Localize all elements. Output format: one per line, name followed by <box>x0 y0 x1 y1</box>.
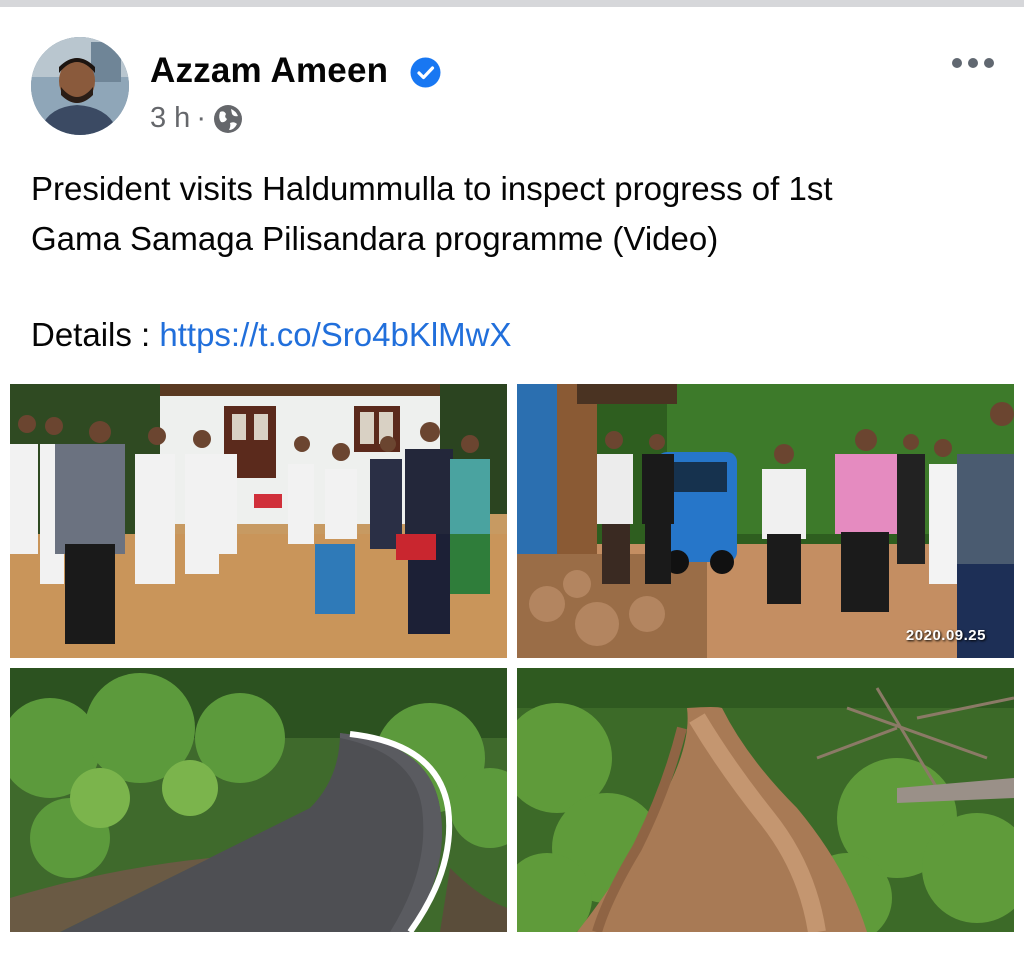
photo-site-visit-image <box>517 384 1014 658</box>
more-dot <box>968 58 978 68</box>
photo-officials-image <box>10 384 507 658</box>
photo-dirt-road-image <box>517 668 1014 932</box>
post-body: President visits Haldummulla to inspect … <box>31 164 991 264</box>
photo-officials-at-house[interactable] <box>10 384 507 658</box>
avatar[interactable] <box>31 37 129 135</box>
post-meta: 3 h · <box>150 102 244 135</box>
globe-icon[interactable] <box>212 103 244 135</box>
author-name[interactable]: Azzam Ameen <box>150 51 388 91</box>
photo-paved-road-image <box>10 668 507 932</box>
top-divider <box>0 0 1024 7</box>
photo-president-site-visit[interactable]: 2020.09.25 <box>517 384 1014 658</box>
post-text-line: President visits Haldummulla to inspect … <box>31 170 833 207</box>
avatar-image <box>31 37 129 135</box>
photo-dirt-road[interactable] <box>517 668 1014 932</box>
meta-separator: · <box>196 102 206 134</box>
details-link[interactable]: https://t.co/Sro4bKlMwX <box>159 316 511 353</box>
more-dot <box>952 58 962 68</box>
post-header: Azzam Ameen 3 h · <box>0 7 1024 147</box>
details-line: Details : https://t.co/Sro4bKlMwX <box>31 310 512 360</box>
bottom-spacer <box>0 938 1024 953</box>
verified-badge-icon <box>410 57 441 88</box>
details-label: Details : <box>31 316 160 353</box>
photo-date-stamp: 2020.09.25 <box>905 627 986 644</box>
photo-grid: 2020.09.25 <box>0 381 1024 937</box>
post-text-line: Gama Samaga Pilisandara programme (Video… <box>31 220 719 257</box>
more-options-button[interactable] <box>952 55 994 71</box>
photo-paved-road[interactable] <box>10 668 507 932</box>
more-dot <box>984 58 994 68</box>
post-time[interactable]: 3 h <box>150 102 190 135</box>
